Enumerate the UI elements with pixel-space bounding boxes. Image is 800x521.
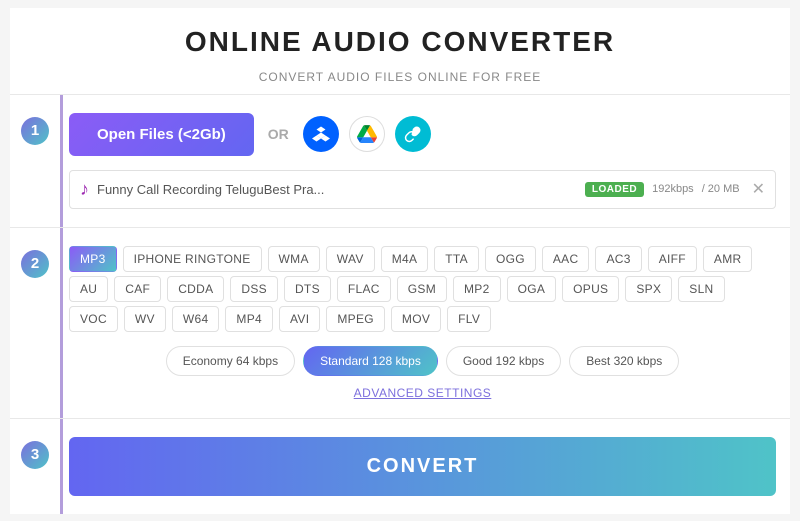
step-1-row: 1 Open Files (<2Gb) OR [10, 94, 790, 227]
file-size: / 20 MB [702, 183, 740, 195]
file-row: ♪ Funny Call Recording TeluguBest Pra...… [69, 170, 776, 209]
format-tag-caf[interactable]: CAF [114, 276, 161, 302]
format-tag-mpeg[interactable]: MPEG [326, 306, 385, 332]
format-tag-flv[interactable]: FLV [447, 306, 491, 332]
format-tag-w64[interactable]: W64 [172, 306, 220, 332]
step-1-number-container: 1 [10, 95, 60, 227]
link-icon[interactable] [395, 116, 431, 152]
quality-btn-economy-64-kbps[interactable]: Economy 64 kbps [166, 346, 295, 376]
format-tag-opus[interactable]: OPUS [562, 276, 619, 302]
page-title: ONLINE AUDIO CONVERTER [10, 26, 790, 58]
format-tag-amr[interactable]: AMR [703, 246, 753, 272]
format-tag-flac[interactable]: FLAC [337, 276, 391, 302]
format-tag-dss[interactable]: DSS [230, 276, 278, 302]
open-files-button[interactable]: Open Files (<2Gb) [69, 113, 254, 156]
step-3-number-container: 3 [10, 419, 60, 514]
format-tag-mp4[interactable]: MP4 [225, 306, 273, 332]
cloud-icons-group [303, 116, 431, 152]
convert-button[interactable]: CONVERT [69, 437, 776, 496]
format-grid: MP3IPHONE RINGTONEWMAWAVM4ATTAOGGAACAC3 A… [69, 246, 776, 332]
quality-btn-good-192-kbps[interactable]: Good 192 kbps [446, 346, 561, 376]
format-tag-au[interactable]: AU [69, 276, 108, 302]
format-tag-iphone-ringtone[interactable]: IPHONE RINGTONE [123, 246, 262, 272]
format-tag-dts[interactable]: DTS [284, 276, 331, 302]
page-header: ONLINE AUDIO CONVERTER [10, 8, 790, 64]
format-tag-ac3[interactable]: AC3 [595, 246, 641, 272]
format-tag-m4a[interactable]: M4A [381, 246, 429, 272]
step-1-actions: Open Files (<2Gb) OR [69, 113, 776, 156]
quality-btn-standard-128-kbps[interactable]: Standard 128 kbps [303, 346, 438, 376]
format-tag-tta[interactable]: TTA [434, 246, 479, 272]
loaded-badge: LOADED [585, 182, 644, 197]
format-tag-ogg[interactable]: OGG [485, 246, 536, 272]
quality-row: Economy 64 kbps Standard 128 kbps Good 192… [69, 346, 776, 376]
format-tag-wav[interactable]: WAV [326, 246, 375, 272]
step-2-number-container: 2 [10, 228, 60, 418]
format-tag-mov[interactable]: MOV [391, 306, 441, 332]
advanced-settings-link[interactable]: ADVANCED SETTINGS [69, 386, 776, 400]
format-tag-aiff[interactable]: AIFF [648, 246, 697, 272]
format-tag-wma[interactable]: WMA [268, 246, 320, 272]
format-tag-gsm[interactable]: GSM [397, 276, 447, 302]
or-label: OR [268, 126, 289, 142]
format-tag-spx[interactable]: SPX [625, 276, 672, 302]
file-name: Funny Call Recording TeluguBest Pra... [97, 182, 577, 197]
file-bitrate: 192kbps [652, 183, 694, 195]
format-tag-wv[interactable]: WV [124, 306, 166, 332]
format-tag-mp2[interactable]: MP2 [453, 276, 501, 302]
page-subtitle: CONVERT AUDIO FILES ONLINE FOR FREE [10, 64, 790, 94]
close-file-button[interactable]: ✕ [752, 179, 765, 199]
step-2-row: 2 MP3IPHONE RINGTONEWMAWAVM4ATTAOGGAACAC… [10, 227, 790, 418]
step-3-content: CONVERT [60, 419, 790, 514]
format-tag-aac[interactable]: AAC [542, 246, 590, 272]
step-3-row: 3 CONVERT [10, 418, 790, 514]
step-2-content: MP3IPHONE RINGTONEWMAWAVM4ATTAOGGAACAC3 A… [60, 228, 790, 418]
step-3-circle: 3 [21, 441, 49, 469]
quality-btn-best-320-kbps[interactable]: Best 320 kbps [569, 346, 679, 376]
format-tag-mp3[interactable]: MP3 [69, 246, 117, 272]
format-tag-voc[interactable]: VOC [69, 306, 118, 332]
step-1-content: Open Files (<2Gb) OR [60, 95, 790, 227]
format-tag-cdda[interactable]: CDDA [167, 276, 224, 302]
dropbox-icon[interactable] [303, 116, 339, 152]
step-2-circle: 2 [21, 250, 49, 278]
format-tag-sln[interactable]: SLN [678, 276, 724, 302]
step-1-circle: 1 [21, 117, 49, 145]
google-drive-icon[interactable] [349, 116, 385, 152]
format-tag-avi[interactable]: AVI [279, 306, 320, 332]
format-tag-oga[interactable]: OGA [507, 276, 557, 302]
file-icon: ♪ [80, 179, 89, 200]
